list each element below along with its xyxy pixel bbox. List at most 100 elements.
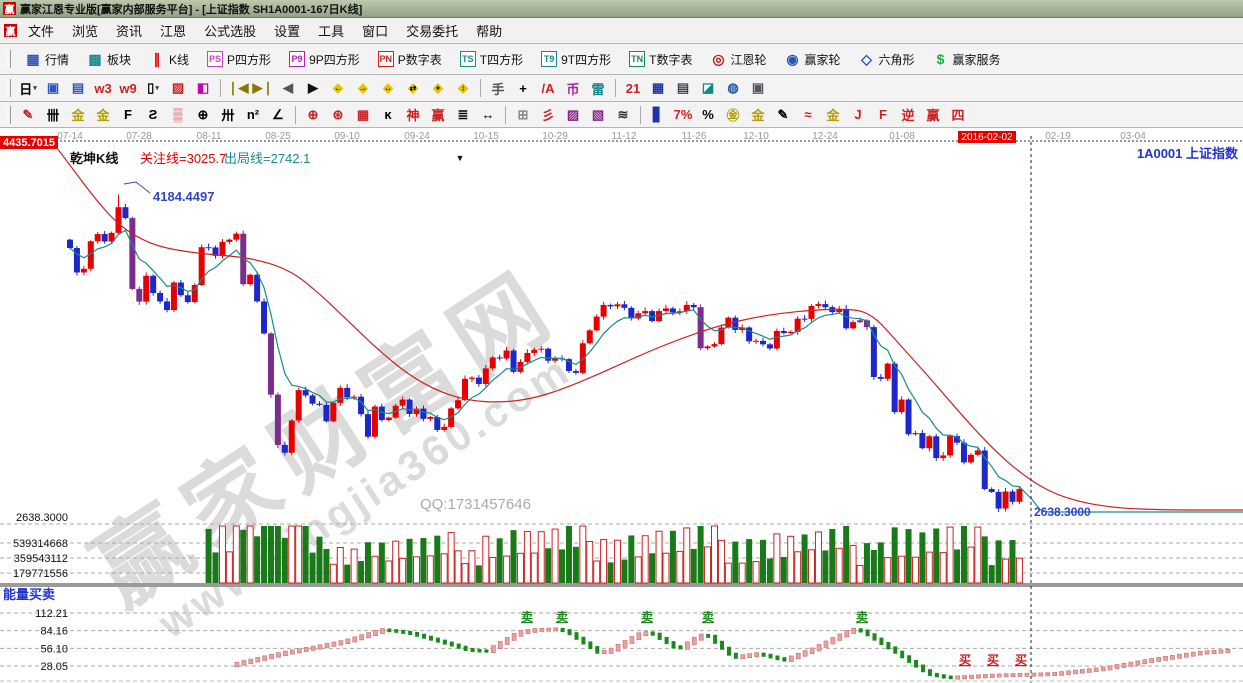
menu-3[interactable]: 江恩 bbox=[151, 21, 195, 42]
golden-grid-tool-2[interactable]: 金 bbox=[91, 104, 115, 126]
menu-5[interactable]: 设置 bbox=[265, 21, 309, 42]
gann-shift-left-button[interactable]: ◆← bbox=[326, 77, 350, 99]
wave-3-icon[interactable]: w3 bbox=[91, 77, 115, 99]
volume-bar-down bbox=[240, 530, 246, 583]
ray-fan-tool[interactable]: 彡 bbox=[536, 104, 560, 126]
sectors-button[interactable]: ▩板块 bbox=[79, 48, 139, 71]
toolbar-grip[interactable] bbox=[6, 106, 11, 124]
outline-box-tool[interactable]: ▧ bbox=[586, 104, 610, 126]
hexagon-button[interactable]: ◇六角形 bbox=[851, 48, 923, 71]
ink-brush-tool[interactable]: ✎ bbox=[771, 104, 795, 126]
gann-shift-right-button[interactable]: ◆→ bbox=[351, 77, 375, 99]
shade-box-tool[interactable]: ▨ bbox=[561, 104, 585, 126]
box-select-tool[interactable]: ⊞ bbox=[511, 104, 535, 126]
menu-1[interactable]: 浏览 bbox=[63, 21, 107, 42]
9p-square-button[interactable]: P99P四方形 bbox=[281, 48, 368, 71]
pen-tool[interactable]: ✎ bbox=[16, 104, 40, 126]
toolbar-grip[interactable] bbox=[6, 79, 11, 97]
menu-9[interactable]: 帮助 bbox=[467, 21, 511, 42]
gann-move-all-button[interactable]: ◆+ bbox=[426, 77, 450, 99]
spider-web-tool[interactable]: ⊛ bbox=[326, 104, 350, 126]
angle-tool[interactable]: ∠ bbox=[266, 104, 290, 126]
gold-band-tool[interactable]: 金 bbox=[821, 104, 845, 126]
gold-line-tool-1[interactable]: ㊎ bbox=[721, 104, 745, 126]
watch-line-label: 关注线=3025.7 bbox=[140, 151, 226, 166]
menu-4[interactable]: 公式选股 bbox=[195, 21, 265, 42]
histogram-tool[interactable]: ▋ bbox=[646, 104, 670, 126]
title-bar[interactable]: 赢 赢家江恩专业版[赢家内部服务平台] - [上证指数 SH1A0001-167… bbox=[0, 0, 1243, 18]
t-square-button[interactable]: TST四方形 bbox=[452, 48, 531, 71]
zoom-area-icon[interactable]: ▣ bbox=[41, 77, 65, 99]
ying-tool[interactable]: 赢 bbox=[426, 104, 450, 126]
ying-line-tool[interactable]: 赢 bbox=[921, 104, 945, 126]
trend-lines-tool[interactable]: ≋ bbox=[611, 104, 635, 126]
calendar-button[interactable]: 21 bbox=[621, 77, 645, 99]
9t-square-button[interactable]: T99T四方形 bbox=[533, 48, 619, 71]
menu-2[interactable]: 资讯 bbox=[107, 21, 151, 42]
gann-grid-tool[interactable]: ▦ bbox=[351, 104, 375, 126]
jump-first-button[interactable]: ❘◀ bbox=[226, 77, 250, 99]
volume-bar-down bbox=[802, 534, 808, 583]
next-bar-button[interactable]: ▶ bbox=[301, 77, 325, 99]
save-button[interactable]: ◪ bbox=[696, 77, 720, 99]
gold-line-tool-2[interactable]: 金 bbox=[746, 104, 770, 126]
reverse-tool[interactable]: 逆 bbox=[896, 104, 920, 126]
gann-stretch-h-button[interactable]: ◆↔ bbox=[376, 77, 400, 99]
gann-stretch-v-button[interactable]: ◆↕ bbox=[451, 77, 475, 99]
winner-service-button[interactable]: $赢家服务 bbox=[925, 48, 1009, 71]
f-line-tool[interactable]: F bbox=[871, 104, 895, 126]
volume-profile-icon[interactable]: ◧ bbox=[191, 77, 215, 99]
gann-circle-tool[interactable]: ⊕ bbox=[301, 104, 325, 126]
gann-wheel-button[interactable]: ◎江恩轮 bbox=[702, 48, 774, 71]
menu-7[interactable]: 窗口 bbox=[353, 21, 397, 42]
coil-tool[interactable]: Ƨ bbox=[141, 104, 165, 126]
t-number-table-button[interactable]: TNT数字表 bbox=[621, 48, 700, 71]
crosshair-button[interactable]: + bbox=[511, 77, 535, 99]
market-quotes-button[interactable]: ▦行情 bbox=[17, 48, 77, 71]
memo-button[interactable]: ▤ bbox=[671, 77, 695, 99]
chip-distribution-icon[interactable]: ▨ bbox=[166, 77, 190, 99]
shen-tool[interactable]: 神 bbox=[401, 104, 425, 126]
j-line-tool[interactable]: J bbox=[846, 104, 870, 126]
jump-last-button[interactable]: ▶❘ bbox=[251, 77, 275, 99]
volume-bar-down bbox=[407, 539, 413, 583]
gann-swap-button[interactable]: ◆⇄ bbox=[401, 77, 425, 99]
menu-0[interactable]: 文件 bbox=[19, 21, 63, 42]
print-button[interactable]: ▣ bbox=[746, 77, 770, 99]
kline-plot[interactable]: 卖卖卖卖卖买买买07-1407-2808-1108-2509-1009-2410… bbox=[0, 128, 1243, 683]
line-label-button[interactable]: /A bbox=[536, 77, 560, 99]
prev-bar-button[interactable]: ◀ bbox=[276, 77, 300, 99]
comb-tool-2[interactable]: 卅 bbox=[216, 104, 240, 126]
menu-8[interactable]: 交易委托 bbox=[397, 21, 467, 42]
grid-comb-tool[interactable]: 卌 bbox=[41, 104, 65, 126]
p-number-table-button[interactable]: PNP数字表 bbox=[370, 48, 450, 71]
density-brush-tool[interactable]: ▒ bbox=[166, 104, 190, 126]
period-daily-dropdown[interactable]: 日▾ bbox=[16, 77, 40, 99]
menu-6[interactable]: 工具 bbox=[309, 21, 353, 42]
volume-bar-up bbox=[400, 558, 406, 583]
si-tool[interactable]: 四 bbox=[946, 104, 970, 126]
golden-grid-tool-1[interactable]: 金 bbox=[66, 104, 90, 126]
calculator-button[interactable]: ▦ bbox=[646, 77, 670, 99]
winner-wheel-button[interactable]: ◉赢家轮 bbox=[776, 48, 848, 71]
ruler-tool[interactable]: ≣ bbox=[451, 104, 475, 126]
width-measure-tool[interactable]: ↔ bbox=[476, 104, 500, 126]
wave-band-tool[interactable]: ≈ bbox=[796, 104, 820, 126]
candle-style-dropdown[interactable]: ▯▾ bbox=[141, 77, 165, 99]
chip-coin-button[interactable]: 币 bbox=[561, 77, 585, 99]
radar-button[interactable]: 雷 bbox=[586, 77, 610, 99]
stock-note-icon[interactable]: ▤ bbox=[66, 77, 90, 99]
wave-9-icon[interactable]: w9 bbox=[116, 77, 140, 99]
percent-drop-tool[interactable]: 7% bbox=[671, 104, 695, 126]
n-squared-tool[interactable]: n² bbox=[241, 104, 265, 126]
kline-button[interactable]: ∥K线 bbox=[141, 48, 197, 71]
f-grid-tool[interactable]: F bbox=[116, 104, 140, 126]
gann-clock-tool[interactable]: ⊕ bbox=[191, 104, 215, 126]
toolbar-grip[interactable] bbox=[6, 50, 11, 68]
p-square-button[interactable]: PSP四方形 bbox=[199, 48, 279, 71]
web-export-button[interactable]: ◍ bbox=[721, 77, 745, 99]
pan-hand-button[interactable]: 手 bbox=[486, 77, 510, 99]
kline-measure-tool[interactable]: ĸ bbox=[376, 104, 400, 126]
chart-area[interactable]: 赢家财富网 www.yingjia360.com 卖卖卖卖卖买买买07-1407… bbox=[0, 128, 1243, 683]
percent-tool[interactable]: % bbox=[696, 104, 720, 126]
